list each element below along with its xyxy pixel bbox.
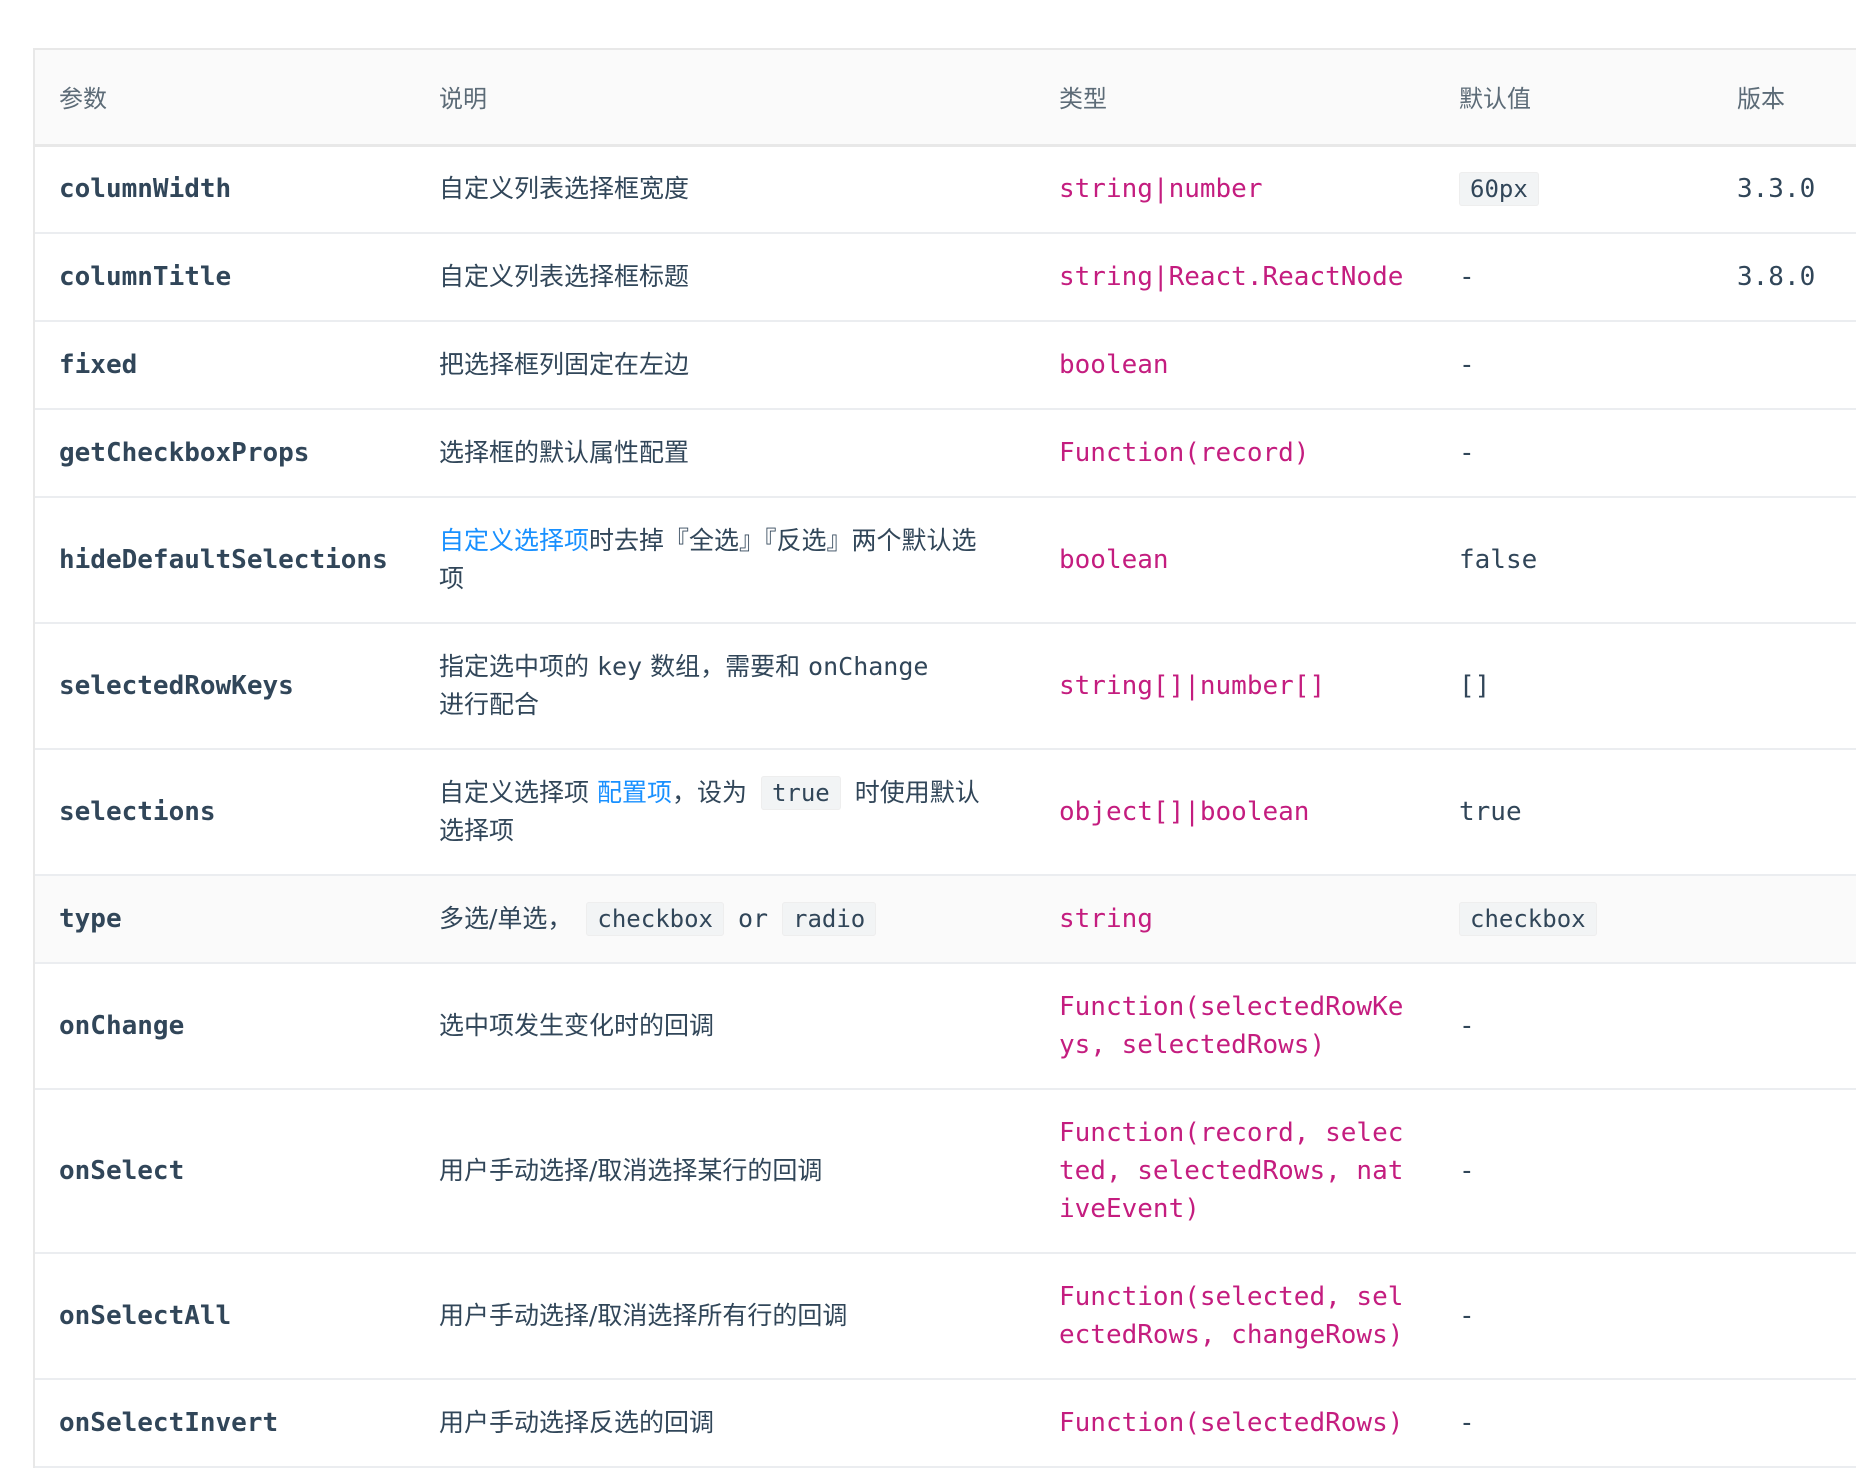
param-version bbox=[1723, 1379, 1856, 1468]
param-default: 60px bbox=[1435, 145, 1723, 234]
param-description: 用户手动选择/取消选择某行的回调 bbox=[415, 1089, 1035, 1254]
param-type: object[]|boolean bbox=[1035, 749, 1435, 876]
param-description: 自定义列表选择框宽度 bbox=[415, 145, 1035, 234]
param-default: checkbox bbox=[1435, 875, 1723, 964]
description-code: radio bbox=[782, 902, 877, 936]
param-description: 指定选中项的 key 数组，需要和 onChange 进行配合 bbox=[415, 623, 1035, 750]
param-type: Function(record, selected, selectedRows,… bbox=[1035, 1089, 1435, 1254]
api-table-container: 参数 说明 类型 默认值 版本 columnWidth 自定义列表选择框宽度 s… bbox=[33, 48, 1856, 1468]
param-name: fixed bbox=[35, 321, 415, 410]
table-row: onSelect 用户手动选择/取消选择某行的回调 Function(recor… bbox=[35, 1089, 1856, 1254]
param-description: 多选/单选， checkbox or radio bbox=[415, 875, 1035, 964]
param-version bbox=[1723, 875, 1856, 964]
param-default: - bbox=[1435, 1379, 1723, 1468]
description-text: 进行配合 bbox=[439, 690, 540, 719]
config-link[interactable]: 配置项 bbox=[597, 778, 672, 807]
param-type: Function(record) bbox=[1035, 409, 1435, 498]
default-code: 60px bbox=[1459, 172, 1539, 207]
param-name: type bbox=[35, 875, 415, 964]
table-row: fixed 把选择框列固定在左边 boolean - bbox=[35, 321, 1856, 410]
header-type: 类型 bbox=[1035, 50, 1435, 147]
description-text: 自定义选择项 bbox=[439, 778, 590, 807]
table-row: selections 自定义选择项 配置项，设为 true 时使用默认选择项 o… bbox=[35, 749, 1856, 876]
header-description: 说明 bbox=[415, 50, 1035, 147]
description-code: true bbox=[760, 776, 841, 810]
param-description: 自定义选择项时去掉『全选』『反选』两个默认选项 bbox=[415, 497, 1035, 624]
param-version bbox=[1723, 623, 1856, 750]
description-key: key bbox=[596, 652, 643, 681]
param-type: string|React.ReactNode bbox=[1035, 233, 1435, 322]
table-row: getCheckboxProps 选择框的默认属性配置 Function(rec… bbox=[35, 409, 1856, 498]
param-default: - bbox=[1435, 409, 1723, 498]
param-name: onChange bbox=[35, 963, 415, 1090]
param-name: onSelect bbox=[35, 1089, 415, 1254]
param-type: Function(selectedRows) bbox=[1035, 1379, 1435, 1468]
param-default: - bbox=[1435, 321, 1723, 410]
param-name: columnTitle bbox=[35, 233, 415, 322]
param-version bbox=[1723, 497, 1856, 624]
param-description: 用户手动选择反选的回调 bbox=[415, 1379, 1035, 1468]
description-text: 指定选中项的 bbox=[439, 652, 590, 681]
param-description: 用户手动选择/取消选择所有行的回调 bbox=[415, 1253, 1035, 1380]
param-name: columnWidth bbox=[35, 145, 415, 234]
header-param: 参数 bbox=[35, 50, 415, 147]
description-text: 多选/单选， bbox=[439, 904, 573, 933]
table-row: onSelectInvert 用户手动选择反选的回调 Function(sele… bbox=[35, 1379, 1856, 1468]
param-name: selectedRowKeys bbox=[35, 623, 415, 750]
param-version bbox=[1723, 409, 1856, 498]
description-onchange: onChange bbox=[808, 652, 929, 681]
param-version bbox=[1723, 321, 1856, 410]
param-default: false bbox=[1435, 497, 1723, 624]
default-code: checkbox bbox=[1459, 902, 1597, 936]
header-version: 版本 bbox=[1723, 50, 1856, 147]
api-table: 参数 说明 类型 默认值 版本 columnWidth 自定义列表选择框宽度 s… bbox=[35, 50, 1856, 1468]
param-type: string[]|number[] bbox=[1035, 623, 1435, 750]
param-description: 选择框的默认属性配置 bbox=[415, 409, 1035, 498]
table-row: columnWidth 自定义列表选择框宽度 string|number 60p… bbox=[35, 145, 1856, 234]
param-type: boolean bbox=[1035, 497, 1435, 624]
param-name: onSelectInvert bbox=[35, 1379, 415, 1468]
description-or: or bbox=[737, 904, 769, 933]
param-description: 自定义选择项 配置项，设为 true 时使用默认选择项 bbox=[415, 749, 1035, 876]
table-header-row: 参数 说明 类型 默认值 版本 bbox=[35, 50, 1856, 147]
param-type: Function(selected, selectedRows, changeR… bbox=[1035, 1253, 1435, 1380]
description-code: checkbox bbox=[586, 902, 724, 936]
param-type: string|number bbox=[1035, 145, 1435, 234]
description-text: ，设为 bbox=[671, 778, 747, 807]
param-version bbox=[1723, 1253, 1856, 1380]
param-type: string bbox=[1035, 875, 1435, 964]
param-description: 选中项发生变化时的回调 bbox=[415, 963, 1035, 1090]
param-default: - bbox=[1435, 1253, 1723, 1380]
param-name: onSelectAll bbox=[35, 1253, 415, 1380]
param-name: hideDefaultSelections bbox=[35, 497, 415, 624]
param-type: Function(selectedRowKeys, selectedRows) bbox=[1035, 963, 1435, 1090]
param-default: [] bbox=[1435, 623, 1723, 750]
param-description: 把选择框列固定在左边 bbox=[415, 321, 1035, 410]
param-version: 3.3.0 bbox=[1723, 145, 1856, 234]
param-version bbox=[1723, 1089, 1856, 1254]
param-description: 自定义列表选择框标题 bbox=[415, 233, 1035, 322]
param-version bbox=[1723, 963, 1856, 1090]
description-text: 数组，需要和 bbox=[650, 652, 801, 681]
param-version bbox=[1723, 749, 1856, 876]
param-version: 3.8.0 bbox=[1723, 233, 1856, 322]
custom-selection-link[interactable]: 自定义选择项 bbox=[439, 526, 589, 555]
param-name: getCheckboxProps bbox=[35, 409, 415, 498]
table-row: onChange 选中项发生变化时的回调 Function(selectedRo… bbox=[35, 963, 1856, 1090]
param-default: - bbox=[1435, 963, 1723, 1090]
param-default: true bbox=[1435, 749, 1723, 876]
table-row: type 多选/单选， checkbox or radio string che… bbox=[35, 875, 1856, 964]
table-row: columnTitle 自定义列表选择框标题 string|React.Reac… bbox=[35, 233, 1856, 322]
param-default: - bbox=[1435, 1089, 1723, 1254]
param-type: boolean bbox=[1035, 321, 1435, 410]
table-row: selectedRowKeys 指定选中项的 key 数组，需要和 onChan… bbox=[35, 623, 1856, 750]
table-row: hideDefaultSelections 自定义选择项时去掉『全选』『反选』两… bbox=[35, 497, 1856, 624]
header-default: 默认值 bbox=[1435, 50, 1723, 147]
param-name: selections bbox=[35, 749, 415, 876]
param-default: - bbox=[1435, 233, 1723, 322]
table-row: onSelectAll 用户手动选择/取消选择所有行的回调 Function(s… bbox=[35, 1253, 1856, 1380]
